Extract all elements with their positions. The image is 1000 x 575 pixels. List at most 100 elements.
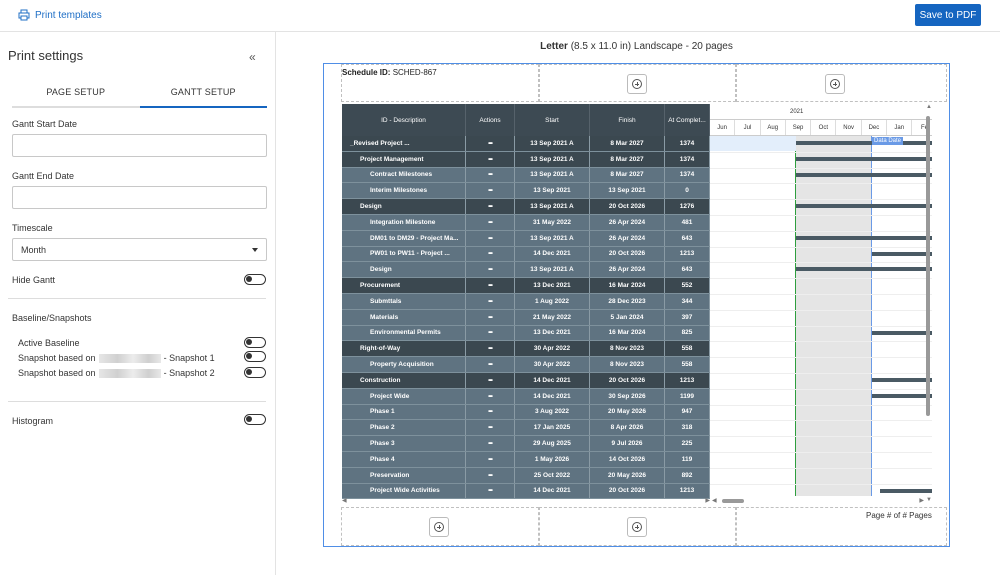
snapshot-1-suffix: - Snapshot 1 — [163, 353, 215, 363]
add-header-center-button[interactable] — [627, 74, 647, 94]
row-actions-icon[interactable]: ••• — [466, 452, 515, 467]
row-actions-icon[interactable]: ••• — [466, 388, 515, 404]
gantt-bar[interactable] — [872, 330, 932, 335]
gantt-row-line — [710, 404, 932, 406]
gantt-bar[interactable] — [872, 378, 932, 382]
table-row[interactable]: Submttals ••• 1 Aug 2022 28 Dec 2023 344 — [342, 294, 710, 310]
row-actions-icon[interactable]: ••• — [466, 278, 515, 293]
table-row[interactable]: Procurement ••• 13 Dec 2021 16 Mar 2024 552 — [342, 278, 710, 294]
cell-description: Construction — [342, 373, 466, 388]
gantt-bar[interactable] — [796, 172, 932, 177]
gantt-bar[interactable] — [872, 251, 932, 256]
table-row[interactable]: Design ••• 13 Sep 2021 A 26 Apr 2024 643 — [342, 262, 710, 279]
table-row[interactable]: Phase 1 ••• 3 Aug 2022 20 May 2026 947 — [342, 404, 710, 421]
save-to-pdf-button[interactable]: Save to PDF — [915, 4, 981, 26]
collapse-panel-icon[interactable]: « — [249, 50, 256, 64]
scroll-right-icon[interactable]: ▶ — [705, 497, 710, 504]
print-templates-link[interactable]: Print templates — [18, 9, 102, 21]
table-row[interactable]: Project Management ••• 13 Sep 2021 A8 Mar … — [342, 151, 710, 168]
active-baseline-toggle[interactable] — [244, 337, 266, 348]
row-actions-icon[interactable]: ••• — [466, 246, 515, 262]
row-actions-icon[interactable]: ••• — [466, 341, 515, 357]
table-row[interactable]: Phase 3 ••• 29 Aug 2025 9 Jul 2026 225 — [342, 436, 710, 452]
table-row[interactable]: Right-of-Way ••• 30 Apr 2022 8 Nov 2023 558 — [342, 341, 710, 358]
histogram-toggle[interactable] — [244, 414, 266, 425]
table-row[interactable]: Construction ••• 14 Dec 2021 20 Oct 2026 121… — [342, 373, 710, 389]
col-header-at-completion[interactable]: At Complet... — [665, 104, 710, 136]
table-row[interactable]: Design ••• 13 Sep 2021 A 20 Oct 2026 1276 — [342, 199, 710, 215]
gantt-horizontal-scrollbar[interactable]: ◀ ▶ — [712, 497, 924, 505]
tab-page-setup[interactable]: PAGE SETUP — [12, 78, 140, 108]
row-actions-icon[interactable]: ••• — [466, 262, 515, 278]
table-row[interactable]: Integration Milestone ••• 31 May 2022 26 Ap… — [342, 215, 710, 231]
row-actions-icon[interactable]: ••• — [466, 420, 515, 436]
add-footer-left-button[interactable] — [429, 517, 449, 537]
table-row[interactable]: PW01 to PW11 - Project ... ••• 14 Dec 2021… — [342, 246, 710, 263]
table-row[interactable]: _Revised Project ... ••• 13 Sep 2021 A8 Ma… — [342, 136, 710, 152]
cell-description: DM01 to DM29 - Project Ma... — [342, 230, 466, 246]
gantt-bar[interactable] — [796, 204, 932, 209]
cell-description: Procurement — [342, 278, 466, 293]
row-actions-icon[interactable]: ••• — [466, 373, 515, 388]
gantt-bar[interactable] — [796, 156, 932, 161]
scroll-thumb[interactable] — [722, 499, 744, 503]
table-row[interactable]: Phase 2 ••• 17 Jan 2025 8 Apr 2026 318 — [342, 420, 710, 437]
table-row[interactable]: Contract Milestones ••• 13 Sep 2021 A8 Mar… — [342, 167, 710, 184]
col-header-start[interactable]: Start — [515, 104, 590, 136]
snapshot-2-toggle[interactable] — [244, 367, 266, 378]
gantt-bar[interactable] — [796, 235, 932, 240]
table-row[interactable]: Environmental Permits ••• 13 Dec 2021 16 Ma… — [342, 325, 710, 342]
row-actions-icon[interactable]: ••• — [466, 294, 515, 309]
table-row[interactable]: Interim Milestones ••• 13 Sep 2021 13 Sep 2… — [342, 183, 710, 200]
gantt-bar[interactable] — [796, 267, 932, 272]
row-actions-icon[interactable]: ••• — [466, 199, 515, 214]
table-row[interactable]: Property Acquisition ••• 30 Apr 2022 8 Nov … — [342, 357, 710, 373]
scroll-left-icon[interactable]: ◀ — [342, 497, 347, 504]
table-row[interactable]: Phase 4 ••• 1 May 2026 14 Oct 2026 119 — [342, 452, 710, 468]
gantt-end-input[interactable] — [12, 186, 267, 209]
gantt-bar[interactable] — [796, 141, 932, 145]
cell-at-completion: 1374 — [665, 136, 710, 151]
cell-finish: 8 Nov 2023 — [590, 357, 665, 372]
row-actions-icon[interactable]: ••• — [466, 309, 515, 325]
add-header-right-button[interactable] — [825, 74, 845, 94]
table-row[interactable]: Materials ••• 21 May 2022 5 Jan 2024 397 — [342, 309, 710, 326]
row-actions-icon[interactable]: ••• — [466, 136, 515, 151]
row-actions-icon[interactable]: ••• — [466, 436, 515, 451]
row-actions-icon[interactable]: ••• — [466, 467, 515, 483]
row-actions-icon[interactable]: ••• — [466, 183, 515, 199]
scroll-left-icon[interactable]: ◀ — [712, 497, 717, 504]
row-actions-icon[interactable]: ••• — [466, 357, 515, 372]
table-row[interactable]: Preservation ••• 25 Oct 2022 20 May 2026 892 — [342, 467, 710, 484]
gantt-row-line — [710, 199, 932, 201]
add-footer-center-button[interactable] — [627, 517, 647, 537]
selected-row-highlight — [710, 136, 796, 151]
active-baseline-label: Active Baseline — [18, 338, 80, 348]
col-header-description[interactable]: ID - Description — [342, 104, 466, 136]
gantt-row-line — [710, 373, 932, 374]
col-header-finish[interactable]: Finish — [590, 104, 665, 136]
cell-finish: 30 Sep 2026 — [590, 388, 665, 404]
baseline-header: Baseline/Snapshots — [12, 313, 92, 323]
gantt-start-input[interactable] — [12, 134, 267, 157]
table-row[interactable]: Project Wide ••• 14 Dec 2021 30 Sep 2026 119… — [342, 388, 710, 405]
row-actions-icon[interactable]: ••• — [466, 230, 515, 246]
row-actions-icon[interactable]: ••• — [466, 151, 515, 167]
scroll-right-icon[interactable]: ▶ — [919, 497, 924, 504]
hide-gantt-toggle[interactable] — [244, 274, 266, 285]
scroll-up-icon[interactable]: ▲ — [926, 104, 932, 110]
row-actions-icon[interactable]: ••• — [466, 167, 515, 183]
row-actions-icon[interactable]: ••• — [466, 215, 515, 230]
snapshot-1-toggle[interactable] — [244, 351, 266, 362]
grid-horizontal-scrollbar[interactable]: ◀ ▶ — [342, 497, 710, 505]
row-actions-icon[interactable]: ••• — [466, 404, 515, 420]
scroll-thumb[interactable] — [926, 116, 930, 416]
row-actions-icon[interactable]: ••• — [466, 325, 515, 341]
scroll-down-icon[interactable]: ▼ — [926, 497, 932, 503]
table-row[interactable]: DM01 to DM29 - Project Ma... ••• 13 Sep 20… — [342, 230, 710, 247]
tab-gantt-setup[interactable]: GANTT SETUP — [139, 78, 267, 108]
col-header-actions[interactable]: Actions — [466, 104, 515, 136]
timescale-select[interactable]: Month — [12, 238, 267, 261]
gantt-vertical-scrollbar[interactable] — [925, 106, 931, 494]
gantt-bar[interactable] — [872, 393, 932, 398]
